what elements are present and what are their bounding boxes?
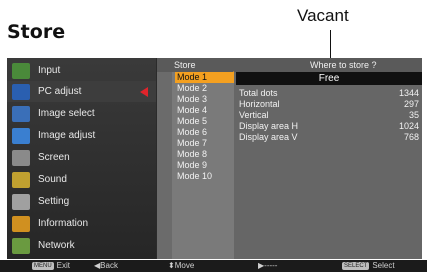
mode-item-7[interactable]: Mode 7: [175, 138, 235, 149]
menu-key-icon: MENU: [32, 261, 54, 270]
image-adjust-icon: [12, 127, 30, 144]
info-row: Total dots 1344: [239, 88, 419, 98]
menu-item-information[interactable]: Information: [7, 213, 156, 234]
mode-item-10[interactable]: Mode 10: [175, 171, 235, 182]
bottom-hint-bar: MENU Exit ◀Back ⬍Move ▶----- SELECT Select: [0, 260, 427, 272]
setting-icon: [12, 193, 30, 210]
menu-item-label: Information: [38, 218, 89, 229]
mode-item-1[interactable]: Mode 1: [175, 72, 235, 83]
menu-item-sound[interactable]: Sound: [7, 169, 156, 190]
mode-info: Free Total dots 1344 Horizontal 297 Vert…: [234, 72, 422, 259]
network-icon: [12, 237, 30, 254]
info-label: Display area H: [239, 121, 299, 131]
panel-title: Store: [174, 60, 196, 70]
screen-icon: [12, 149, 30, 166]
sound-icon: [12, 171, 30, 188]
info-label: Display area V: [239, 132, 298, 142]
mode-item-2[interactable]: Mode 2: [175, 83, 235, 94]
information-icon: [12, 215, 30, 232]
hint-label: Exit: [56, 261, 71, 270]
info-value: 768: [403, 132, 419, 142]
info-row: Horizontal 297: [239, 99, 419, 109]
hint-back: ◀Back: [94, 261, 118, 270]
info-label: Total dots: [239, 88, 278, 98]
mode-list: Mode 1 Mode 2 Mode 3 Mode 4 Mode 5 Mode …: [172, 71, 239, 259]
menu-item-label: Image adjust: [38, 130, 96, 141]
hint-move: ⬍Move: [168, 261, 195, 270]
menu-item-input[interactable]: Input: [7, 60, 156, 81]
mode-item-8[interactable]: Mode 8: [175, 149, 235, 160]
main-menu: Input PC adjust Image select Image adjus…: [7, 58, 156, 259]
store-panel: Store Where to store ? Mode 1 Mode 2 Mod…: [157, 58, 422, 259]
page-title: Store: [7, 21, 66, 43]
menu-item-label: Setting: [38, 196, 70, 207]
info-value: 35: [408, 110, 419, 120]
hint-next: ▶-----: [258, 261, 278, 270]
menu-item-network[interactable]: Network: [7, 235, 156, 256]
hint-exit: MENU Exit: [32, 261, 70, 271]
info-value: 1024: [398, 121, 419, 131]
pc-adjust-icon: [12, 83, 30, 100]
status-free: Free: [236, 72, 422, 85]
menu-item-label: Screen: [38, 152, 70, 163]
osd-window: Input PC adjust Image select Image adjus…: [7, 58, 422, 259]
menu-item-setting[interactable]: Setting: [7, 191, 156, 212]
panel-question: Where to store ?: [310, 60, 377, 70]
menu-item-pc-adjust[interactable]: PC adjust: [7, 81, 156, 102]
select-key-icon: SELECT: [342, 261, 370, 270]
menu-item-label: Network: [38, 240, 75, 251]
info-row: Display area H 1024: [239, 121, 419, 131]
info-value: 1344: [398, 88, 419, 98]
info-label: Horizontal: [239, 99, 280, 109]
menu-item-image-adjust[interactable]: Image adjust: [7, 125, 156, 146]
menu-item-label: PC adjust: [38, 86, 82, 97]
info-value: 297: [403, 99, 419, 109]
mode-item-9[interactable]: Mode 9: [175, 160, 235, 171]
input-icon: [12, 62, 30, 79]
menu-item-label: Input: [38, 65, 61, 76]
mode-item-6[interactable]: Mode 6: [175, 127, 235, 138]
hint-label: Select: [372, 261, 395, 270]
menu-item-label: Image select: [38, 108, 95, 119]
info-row: Display area V 768: [239, 132, 419, 142]
vacant-callout: Vacant: [297, 6, 349, 25]
menu-item-label: Sound: [38, 174, 67, 185]
mode-item-5[interactable]: Mode 5: [175, 116, 235, 127]
pointer-arrow-icon: [140, 87, 148, 97]
menu-item-image-select[interactable]: Image select: [7, 103, 156, 124]
image-select-icon: [12, 105, 30, 122]
menu-item-screen[interactable]: Screen: [7, 147, 156, 168]
panel-header: Store Where to store ?: [157, 58, 422, 72]
info-row: Vertical 35: [239, 110, 419, 120]
info-label: Vertical: [239, 110, 269, 120]
mode-item-3[interactable]: Mode 3: [175, 94, 235, 105]
hint-select: SELECT Select: [342, 261, 395, 271]
mode-item-4[interactable]: Mode 4: [175, 105, 235, 116]
